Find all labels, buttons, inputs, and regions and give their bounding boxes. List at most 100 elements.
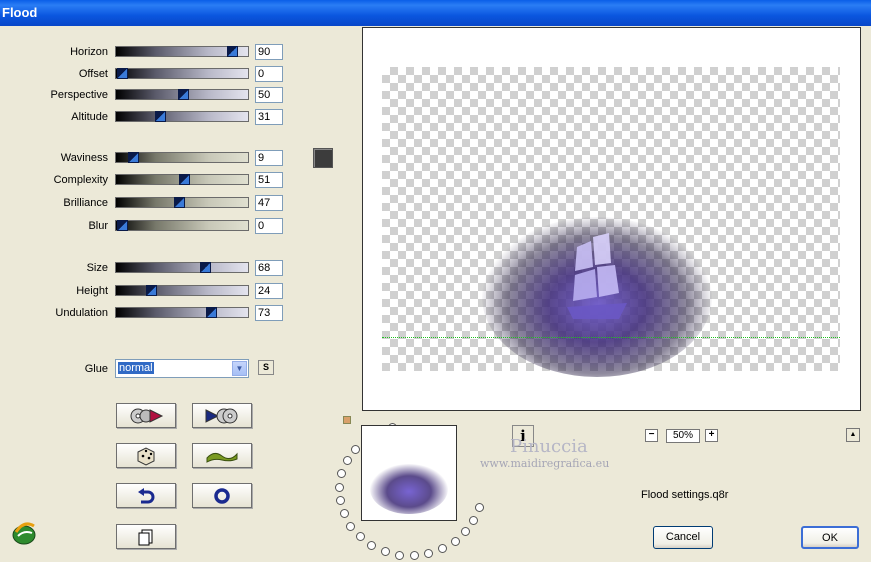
title-bar: Flood [0, 0, 871, 26]
glue-selected-value: normal [118, 362, 154, 374]
altitude-slider[interactable] [115, 111, 249, 122]
horizon-value-input[interactable]: 90 [255, 44, 283, 60]
perspective-slider-thumb[interactable] [178, 89, 189, 100]
navigator-dial-dot[interactable] [351, 445, 360, 454]
glue-select[interactable]: normal ▼ [115, 359, 249, 378]
load-preset-button[interactable] [116, 403, 176, 428]
altitude-value-input[interactable]: 31 [255, 109, 283, 125]
blur-label: Blur [88, 220, 108, 232]
horizon-slider[interactable] [115, 46, 249, 57]
zoom-in-button[interactable]: + [705, 429, 718, 442]
ship-sails [567, 233, 627, 319]
navigator-dial-dot[interactable] [340, 509, 349, 518]
arrow-disc-icon [205, 408, 238, 423]
complexity-value-input[interactable]: 51 [255, 172, 283, 188]
preview-panel[interactable] [362, 27, 861, 411]
app-logo-icon [12, 522, 36, 545]
waviness-label: Waviness [60, 152, 108, 164]
complexity-slider-thumb[interactable] [179, 174, 190, 185]
perspective-value-input[interactable]: 50 [255, 87, 283, 103]
navigator-dial-dot[interactable] [343, 456, 352, 465]
preview-canvas[interactable] [382, 67, 840, 377]
perspective-label: Perspective [50, 89, 108, 101]
waviness-slider-thumb[interactable] [128, 152, 139, 163]
zoom-out-button[interactable]: − [645, 429, 658, 442]
navigator-dial-dot[interactable] [356, 532, 365, 541]
waviness-slider[interactable] [115, 152, 249, 163]
window-title: Flood [2, 5, 38, 20]
reset-button[interactable] [192, 483, 252, 508]
size-label: Size [86, 262, 108, 274]
navigator-dial-dot[interactable] [395, 551, 404, 560]
thumbnail-ship [370, 464, 448, 514]
navigator-dial-dot[interactable] [438, 544, 447, 553]
navigator-dial-dot[interactable] [346, 522, 355, 531]
brilliance-slider-thumb[interactable] [174, 197, 185, 208]
chevron-down-icon[interactable]: ▼ [232, 361, 247, 376]
glue-label: Glue [84, 363, 108, 375]
brilliance-value-input[interactable]: 47 [255, 195, 283, 211]
glue-s-button[interactable]: S [258, 360, 274, 375]
navigator-dial-dot[interactable] [451, 537, 460, 546]
animate-button[interactable] [192, 443, 252, 468]
offset-slider[interactable] [115, 68, 249, 79]
random-button[interactable] [116, 443, 176, 468]
copy-icon [138, 529, 153, 545]
offset-slider-thumb[interactable] [117, 68, 128, 79]
color-swatch[interactable] [313, 148, 333, 168]
navigator-dial-dot[interactable] [475, 503, 484, 512]
copy-button[interactable] [116, 524, 176, 549]
navigator-dial-dot[interactable] [367, 541, 376, 550]
blur-slider[interactable] [115, 220, 249, 231]
size-slider[interactable] [115, 262, 249, 273]
watermark-url: www.maidiregrafica.eu [480, 457, 610, 470]
settings-filename: Flood settings.q8r [641, 489, 729, 501]
navigator-dial-dot[interactable] [337, 469, 346, 478]
blur-slider-thumb[interactable] [117, 220, 128, 231]
perspective-slider[interactable] [115, 89, 249, 100]
watermark-name: Pinuccia [510, 436, 588, 457]
offset-label: Offset [78, 68, 108, 80]
undulation-value-input[interactable]: 73 [255, 305, 283, 321]
offset-value-input[interactable]: 0 [255, 66, 283, 82]
height-slider[interactable] [115, 285, 249, 296]
height-slider-thumb[interactable] [146, 285, 157, 296]
complexity-slider[interactable] [115, 174, 249, 185]
navigator-dial-dot[interactable] [461, 527, 470, 536]
brilliance-slider[interactable] [115, 197, 249, 208]
blur-value-input[interactable]: 0 [255, 218, 283, 234]
waviness-value-input[interactable]: 9 [255, 150, 283, 166]
navigator-dial-dot[interactable] [335, 483, 344, 492]
navigator-dial-dot[interactable] [424, 549, 433, 558]
horizon-slider-thumb[interactable] [227, 46, 238, 57]
undo-icon [138, 487, 155, 503]
navigator-dial-dot[interactable] [336, 496, 345, 505]
navigator-dial-dot[interactable] [469, 516, 478, 525]
collapse-button[interactable]: ▲ [846, 428, 860, 442]
height-label: Height [76, 285, 108, 297]
size-value-input[interactable]: 68 [255, 260, 283, 276]
ring-icon [214, 487, 230, 504]
wave-icon [206, 452, 238, 463]
height-value-input[interactable]: 24 [255, 283, 283, 299]
navigator-dial-dot[interactable] [410, 551, 419, 560]
undulation-label: Undulation [55, 307, 108, 319]
undulation-slider[interactable] [115, 307, 249, 318]
horizon-label: Horizon [70, 46, 108, 58]
save-preset-button[interactable] [192, 403, 252, 428]
altitude-label: Altitude [71, 111, 108, 123]
horizon-line[interactable] [382, 337, 840, 338]
dice-icon [137, 446, 155, 466]
navigator-dial-dot[interactable] [381, 547, 390, 556]
brilliance-label: Brilliance [63, 197, 108, 209]
size-slider-thumb[interactable] [200, 262, 211, 273]
altitude-slider-thumb[interactable] [155, 111, 166, 122]
ok-button[interactable]: OK [801, 526, 859, 549]
navigator-handle[interactable] [343, 416, 351, 424]
navigator-thumbnail[interactable] [361, 425, 457, 521]
undo-button[interactable] [116, 483, 176, 508]
cancel-button[interactable]: Cancel [653, 526, 713, 549]
complexity-label: Complexity [53, 174, 108, 186]
undulation-slider-thumb[interactable] [206, 307, 217, 318]
disc-arrow-icon [130, 408, 164, 423]
